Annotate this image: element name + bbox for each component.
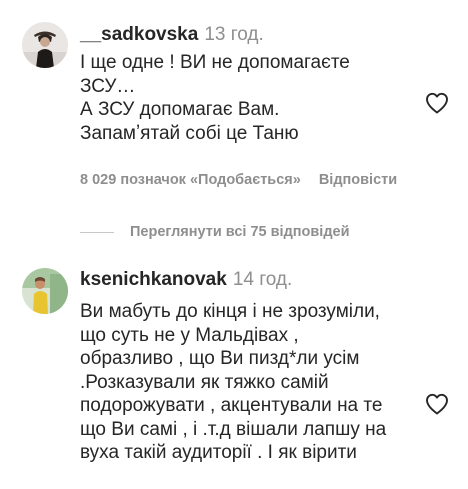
view-replies-label: Переглянути всі 75 відповідей	[130, 224, 350, 240]
comment-line: що Ви самі , і .т.д вішали лапшу на	[80, 418, 387, 440]
comment-line: подорожувати , акцентували на те	[80, 395, 383, 416]
avatar-photo	[22, 22, 68, 68]
timestamp[interactable]: 14 год.	[233, 269, 292, 290]
comment-line: вуха такій аудиторії . І як вірити	[80, 442, 357, 463]
comment-line: образливо , що Ви пизд*ли усім	[80, 348, 360, 369]
comment-line: Запамʼятай собі це Таню	[80, 122, 299, 144]
comment-header: __sadkovska 13 год.	[80, 24, 264, 46]
comment-line: ЗСУ…	[80, 75, 136, 97]
comment-text: І ще одне ! ВИ не допомагаєте ЗСУ… А ЗСУ…	[80, 51, 350, 145]
comment-header: ksenichkanovak 14 год.	[80, 269, 292, 291]
avatar[interactable]	[22, 22, 68, 68]
reply-button[interactable]: Відповісти	[319, 172, 397, 188]
timestamp[interactable]: 13 год.	[204, 24, 263, 45]
comment-line: Ви мабуть до кінця і не зрозуміли,	[80, 301, 380, 322]
like-button[interactable]	[425, 393, 449, 415]
avatar-photo	[22, 268, 68, 314]
comment-line: І ще одне ! ВИ не допомагаєте	[80, 52, 350, 73]
likes-count[interactable]: 8 029 позначок «Подобається»	[80, 172, 301, 188]
comment-line: .Розказували як тяжко самій	[80, 371, 329, 393]
view-replies-button[interactable]: Переглянути всі 75 відповідей	[80, 220, 350, 244]
comment-actions: 8 029 позначок «Подобається» Відповісти	[80, 172, 397, 188]
comment-text: Ви мабуть до кінця і не зрозуміли, що су…	[80, 300, 386, 465]
comment-line: що суть не у Мальдівах ,	[80, 324, 299, 346]
avatar[interactable]	[22, 268, 68, 314]
comment-line: А ЗСУ допомагає Вам.	[80, 99, 280, 120]
username[interactable]: ksenichkanovak	[80, 269, 227, 290]
username[interactable]: __sadkovska	[80, 24, 198, 45]
heart-outline-icon	[426, 92, 448, 114]
view-replies-divider	[80, 231, 114, 233]
heart-outline-icon	[426, 393, 448, 415]
like-button[interactable]	[425, 92, 449, 114]
